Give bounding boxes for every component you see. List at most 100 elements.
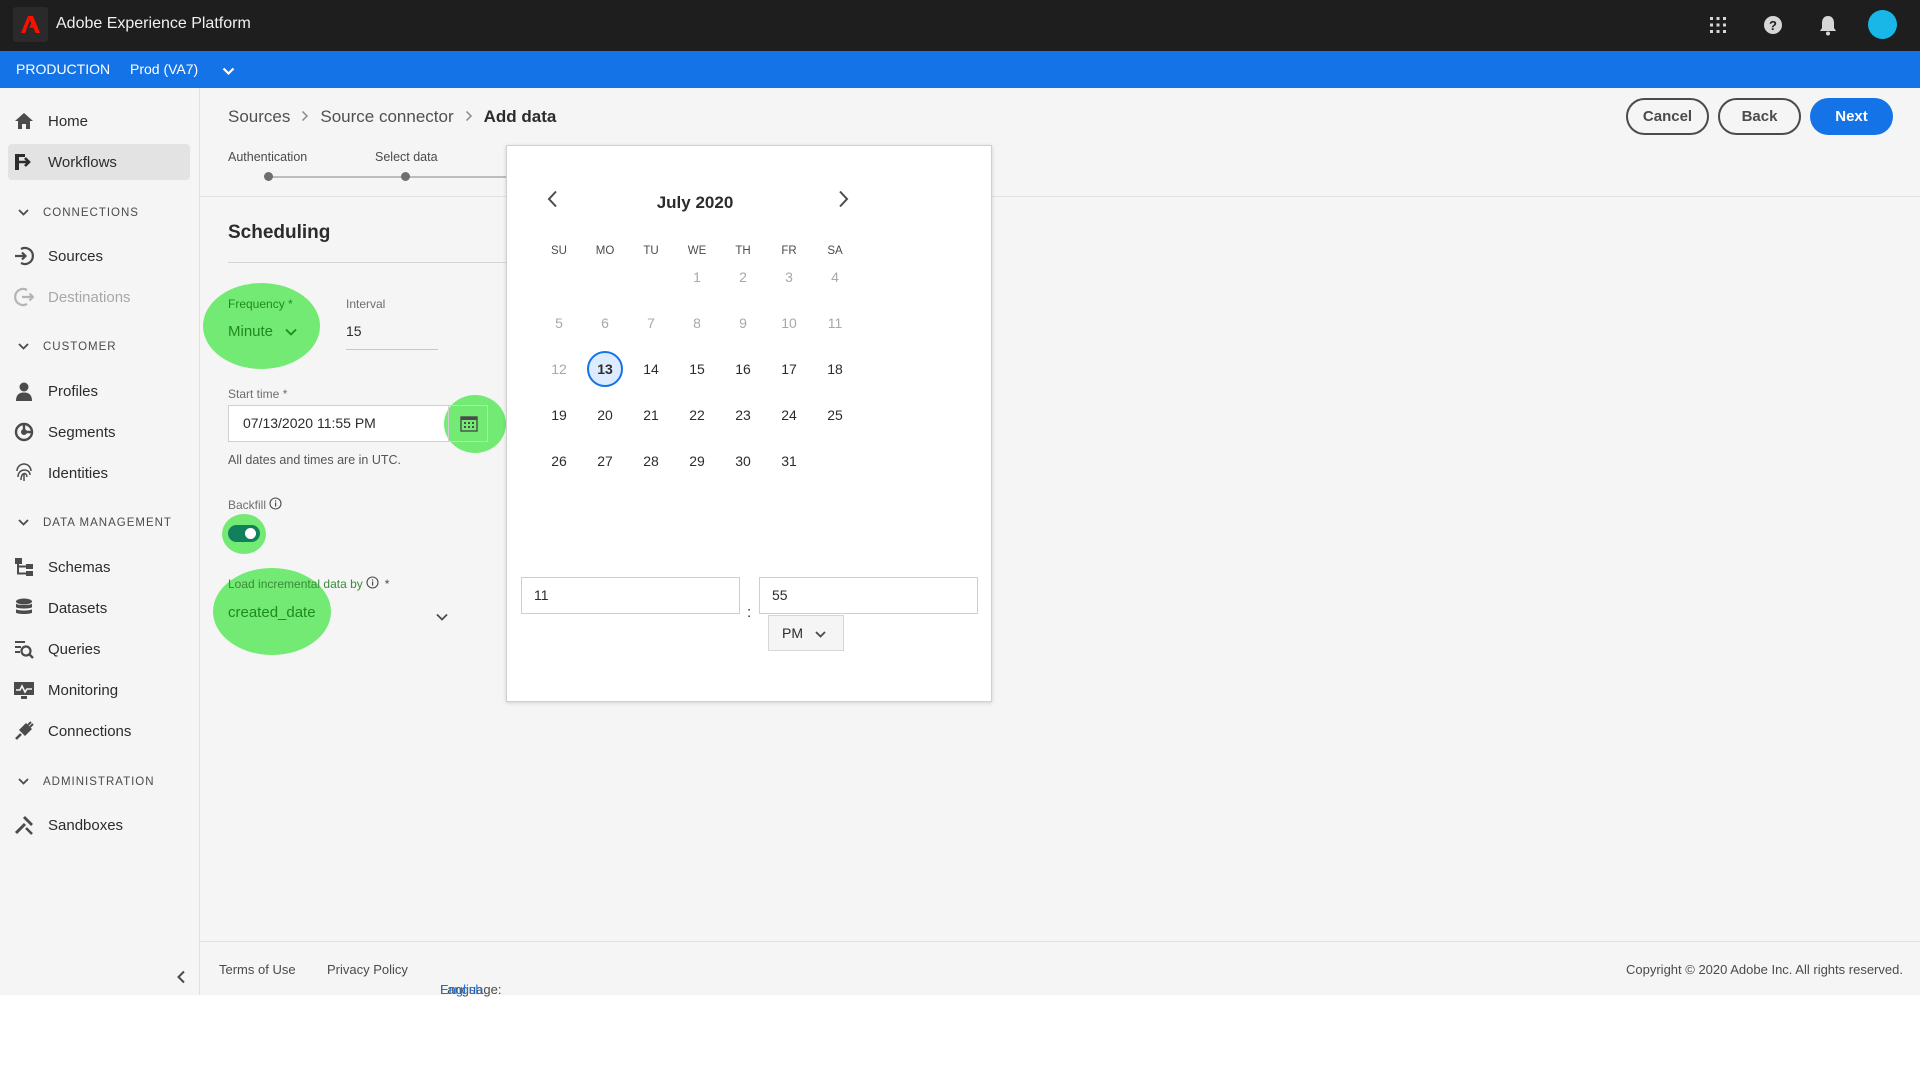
weekday-label: TH xyxy=(735,245,751,257)
calendar-day[interactable]: 30 xyxy=(723,446,763,476)
info-icon[interactable] xyxy=(366,576,379,592)
step-authentication: Authentication xyxy=(228,150,308,164)
nav-sandboxes[interactable]: Sandboxes xyxy=(8,807,190,843)
calendar-day[interactable]: 29 xyxy=(677,446,717,476)
chevron-down-icon[interactable] xyxy=(222,63,235,79)
chevron-down-icon xyxy=(815,625,826,641)
help-icon[interactable]: ? xyxy=(1760,12,1786,38)
nav-workflows[interactable]: Workflows xyxy=(8,144,190,180)
calendar-day[interactable]: 12 xyxy=(539,354,579,384)
next-month-button[interactable] xyxy=(831,189,855,213)
calendar-day[interactable]: 19 xyxy=(539,400,579,430)
cancel-button[interactable]: Cancel xyxy=(1626,98,1709,135)
calendar-day[interactable]: 17 xyxy=(769,354,809,384)
section-administration[interactable]: ADMINISTRATION xyxy=(18,776,155,788)
calendar-day[interactable]: 22 xyxy=(677,400,717,430)
calendar-day[interactable]: 1 xyxy=(677,262,717,292)
nav-segments[interactable]: Segments xyxy=(8,414,190,450)
back-button[interactable]: Back xyxy=(1718,98,1801,135)
weekday-label: WE xyxy=(687,245,707,257)
calendar-day[interactable]: 11 xyxy=(815,308,855,338)
calendar-day-selected[interactable]: 13 xyxy=(585,354,625,384)
adobe-logo-icon[interactable] xyxy=(13,7,48,42)
incremental-select[interactable]: created_date xyxy=(228,604,316,621)
nav-home[interactable]: Home xyxy=(8,103,190,139)
nav-sources[interactable]: Sources xyxy=(8,238,190,274)
calendar-popover: July 2020 SU MO TU WE TH FR SA 1 2 3 4 5 6 7 8 9 10 11 12… xyxy=(506,145,992,702)
calendar-day[interactable]: 16 xyxy=(723,354,763,384)
calendar-day[interactable]: 10 xyxy=(769,308,809,338)
nav-monitoring[interactable]: Monitoring xyxy=(8,672,190,708)
fingerprint-icon xyxy=(13,462,35,484)
calendar-day[interactable]: 2 xyxy=(723,262,763,292)
interval-input[interactable]: 15 xyxy=(346,323,362,339)
calendar-day[interactable]: 15 xyxy=(677,354,717,384)
section-customer[interactable]: CUSTOMER xyxy=(18,341,117,353)
bell-icon[interactable] xyxy=(1815,12,1841,38)
calendar-day[interactable]: 24 xyxy=(769,400,809,430)
interval-underline xyxy=(346,349,438,350)
header-divider xyxy=(200,196,1920,197)
apps-grid-icon[interactable] xyxy=(1705,12,1731,38)
home-icon xyxy=(13,110,35,132)
app-title: Adobe Experience Platform xyxy=(56,15,251,32)
org-bar: PRODUCTION Prod (VA7) xyxy=(0,51,1920,88)
backfill-label: Backfill xyxy=(228,497,282,513)
profile-icon xyxy=(13,380,35,402)
calendar-day[interactable]: 21 xyxy=(631,400,671,430)
minute-input[interactable]: 55 xyxy=(759,577,978,614)
language-link[interactable]: English xyxy=(440,982,483,997)
calendar-day[interactable]: 28 xyxy=(631,446,671,476)
plug-icon xyxy=(13,720,35,742)
calendar-day[interactable]: 8 xyxy=(677,308,717,338)
section-data-management[interactable]: DATA MANAGEMENT xyxy=(18,517,172,529)
calendar-day[interactable]: 23 xyxy=(723,400,763,430)
privacy-link[interactable]: Privacy Policy xyxy=(327,962,408,977)
calendar-day[interactable]: 4 xyxy=(815,262,855,292)
frequency-select[interactable]: Minute xyxy=(228,323,297,340)
collapse-sidebar-icon[interactable] xyxy=(176,970,186,989)
start-time-input[interactable]: 07/13/2020 11:55 PM xyxy=(228,405,448,442)
meridiem-select[interactable]: PM xyxy=(768,615,844,651)
environment-label: PRODUCTION xyxy=(16,61,111,77)
nav-label: Datasets xyxy=(48,599,108,617)
nav-identities[interactable]: Identities xyxy=(8,455,190,491)
backfill-toggle[interactable] xyxy=(228,525,260,542)
calendar-day[interactable]: 7 xyxy=(631,308,671,338)
page-footer: Terms of Use Privacy Policy Language: En… xyxy=(200,941,1920,997)
next-button[interactable]: Next xyxy=(1810,98,1893,135)
sandbox-switcher[interactable]: Prod (VA7) xyxy=(130,61,198,77)
destinations-icon xyxy=(13,286,35,308)
calendar-month-title: July 2020 xyxy=(656,193,734,212)
calendar-day[interactable]: 3 xyxy=(769,262,809,292)
utc-note: All dates and times are in UTC. xyxy=(228,453,401,467)
calendar-day[interactable]: 6 xyxy=(585,308,625,338)
breadcrumb-sources[interactable]: Sources xyxy=(228,107,290,127)
calendar-day[interactable]: 31 xyxy=(769,446,809,476)
calendar-day[interactable]: 18 xyxy=(815,354,855,384)
section-connections[interactable]: CONNECTIONS xyxy=(18,207,139,219)
nav-schemas[interactable]: Schemas xyxy=(8,549,190,585)
hour-input[interactable]: 11 xyxy=(521,577,740,614)
calendar-day[interactable]: 25 xyxy=(815,400,855,430)
nav-connections[interactable]: Connections xyxy=(8,713,190,749)
calendar-day[interactable]: 27 xyxy=(585,446,625,476)
breadcrumb-source-connector[interactable]: Source connector xyxy=(320,107,453,127)
chevron-down-icon xyxy=(285,323,297,340)
calendar-day[interactable]: 20 xyxy=(585,400,625,430)
nav-destinations[interactable]: Destinations xyxy=(8,279,190,315)
info-icon[interactable] xyxy=(269,497,282,513)
calendar-day[interactable]: 14 xyxy=(631,354,671,384)
chevron-right-icon xyxy=(838,190,849,213)
calendar-day[interactable]: 9 xyxy=(723,308,763,338)
terms-link[interactable]: Terms of Use xyxy=(219,962,296,977)
nav-profiles[interactable]: Profiles xyxy=(8,373,190,409)
monitor-icon xyxy=(13,679,35,701)
user-avatar[interactable] xyxy=(1868,10,1897,39)
nav-queries[interactable]: Queries xyxy=(8,631,190,667)
chevron-down-icon[interactable] xyxy=(436,608,448,626)
calendar-day[interactable]: 5 xyxy=(539,308,579,338)
calendar-button[interactable] xyxy=(448,405,488,442)
calendar-day[interactable]: 26 xyxy=(539,446,579,476)
nav-datasets[interactable]: Datasets xyxy=(8,590,190,626)
